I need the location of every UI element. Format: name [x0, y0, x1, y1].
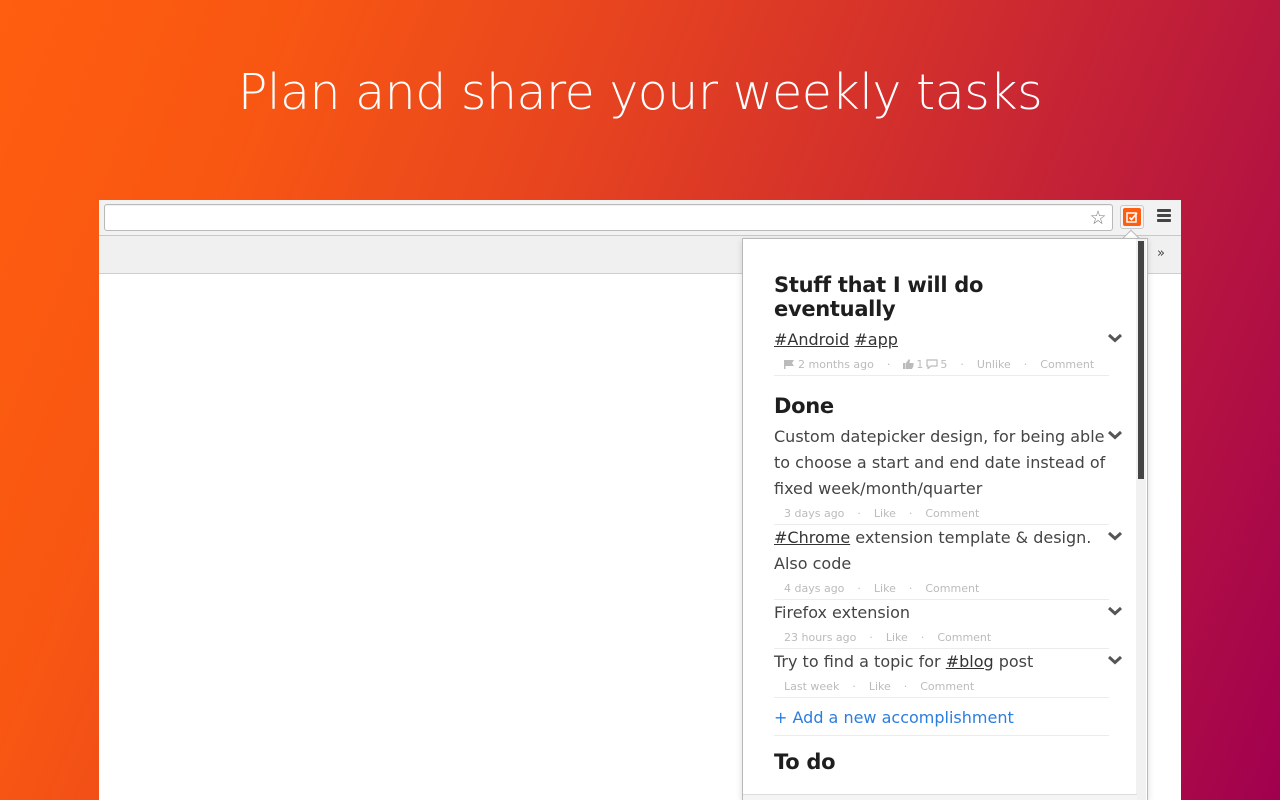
- popup-content: Stuff that I will do eventually #Android …: [774, 239, 1123, 780]
- timestamp: 4 days ago: [784, 582, 845, 595]
- comment-count: 5: [940, 358, 948, 371]
- comment-button[interactable]: Comment: [937, 631, 991, 644]
- star-icon[interactable]: ☆: [1087, 207, 1109, 229]
- item-meta: Last week · Like · Comment: [774, 675, 1109, 697]
- section-title: To do: [774, 750, 836, 774]
- comment-button[interactable]: Comment: [925, 582, 979, 595]
- like-button[interactable]: Unlike: [977, 358, 1011, 371]
- scrollbar-thumb[interactable]: [1138, 241, 1144, 479]
- flag-icon: [784, 358, 798, 371]
- hashtag-link[interactable]: #Android: [774, 330, 849, 349]
- like-button[interactable]: Like: [874, 507, 896, 520]
- timestamp: 23 hours ago: [784, 631, 857, 644]
- section-title: Stuff that I will do eventually: [774, 273, 984, 321]
- extension-popup: Stuff that I will do eventually #Android …: [742, 238, 1148, 800]
- chevron-down-icon[interactable]: [1107, 651, 1123, 665]
- list-item: #Android #app 2 months ago · 1 5 · Unlike · Comm…: [774, 327, 1123, 376]
- like-button[interactable]: Like: [869, 680, 891, 693]
- separator: ·: [908, 582, 913, 595]
- hashtag-link[interactable]: #Chrome: [774, 528, 850, 547]
- separator: ·: [1023, 358, 1028, 371]
- address-bar[interactable]: ☆: [104, 204, 1113, 231]
- item-text: Firefox extension: [774, 603, 911, 622]
- hashtag-link[interactable]: #app: [854, 330, 898, 349]
- double-chevron-right-icon[interactable]: »: [1157, 246, 1165, 261]
- thumbs-up-icon: [903, 358, 916, 371]
- like-button[interactable]: Like: [886, 631, 908, 644]
- checkbox-icon: [1123, 208, 1141, 226]
- separator: ·: [908, 507, 913, 520]
- separator: ·: [869, 631, 873, 644]
- separator: ·: [886, 358, 891, 371]
- list-item: #Chrome extension template & design. Als…: [774, 525, 1123, 600]
- scrollbar[interactable]: [1136, 239, 1146, 800]
- timestamp: Last week: [784, 680, 840, 693]
- separator: ·: [857, 507, 861, 520]
- item-meta: 23 hours ago · Like · Comment: [774, 626, 1109, 648]
- chevron-down-icon[interactable]: [1107, 527, 1123, 541]
- comment-button[interactable]: Comment: [925, 507, 979, 520]
- list-item: Try to find a topic for #blog post Last w…: [774, 649, 1123, 698]
- like-button[interactable]: Like: [874, 582, 896, 595]
- item-text: #Android #app: [774, 327, 1109, 353]
- list-item: Firefox extension 23 hours ago · Like · Comme…: [774, 600, 1123, 649]
- hamburger-menu-icon[interactable]: [1157, 209, 1171, 225]
- separator: ·: [852, 680, 856, 693]
- comment-bubble-icon: [923, 358, 940, 371]
- list-item: Custom datepicker design, for being able…: [774, 424, 1123, 525]
- separator: ·: [903, 680, 908, 693]
- item-meta: 2 months ago · 1 5 · Unlike · Comment: [774, 353, 1109, 375]
- item-meta: 3 days ago · Like · Comment: [774, 502, 1109, 524]
- timestamp: 3 days ago: [784, 507, 845, 520]
- item-meta: 4 days ago · Like · Comment: [774, 577, 1109, 599]
- comment-button[interactable]: Comment: [1040, 358, 1094, 371]
- chevron-down-icon[interactable]: [1107, 602, 1123, 616]
- item-text: Custom datepicker design, for being able…: [774, 427, 1106, 498]
- browser-toolbar: ☆: [99, 200, 1181, 236]
- extension-button[interactable]: [1120, 205, 1144, 229]
- hashtag-link[interactable]: #blog: [946, 652, 994, 671]
- popup-footer: [743, 794, 1137, 800]
- separator: ·: [857, 582, 861, 595]
- separator: ·: [960, 358, 964, 371]
- timestamp: 2 months ago: [798, 358, 874, 371]
- item-text: Try to find a topic for #blog post: [774, 652, 1034, 671]
- separator: ·: [920, 631, 925, 644]
- add-accomplishment-link[interactable]: + Add a new accomplishment: [774, 698, 1109, 736]
- page-headline: Plan and share your weekly tasks: [237, 64, 1043, 121]
- chevron-down-icon[interactable]: [1107, 329, 1123, 343]
- comment-button[interactable]: Comment: [920, 680, 974, 693]
- section-title: Done: [774, 394, 834, 418]
- item-text: #Chrome extension template & design. Als…: [774, 528, 1092, 573]
- chevron-down-icon[interactable]: [1107, 426, 1123, 440]
